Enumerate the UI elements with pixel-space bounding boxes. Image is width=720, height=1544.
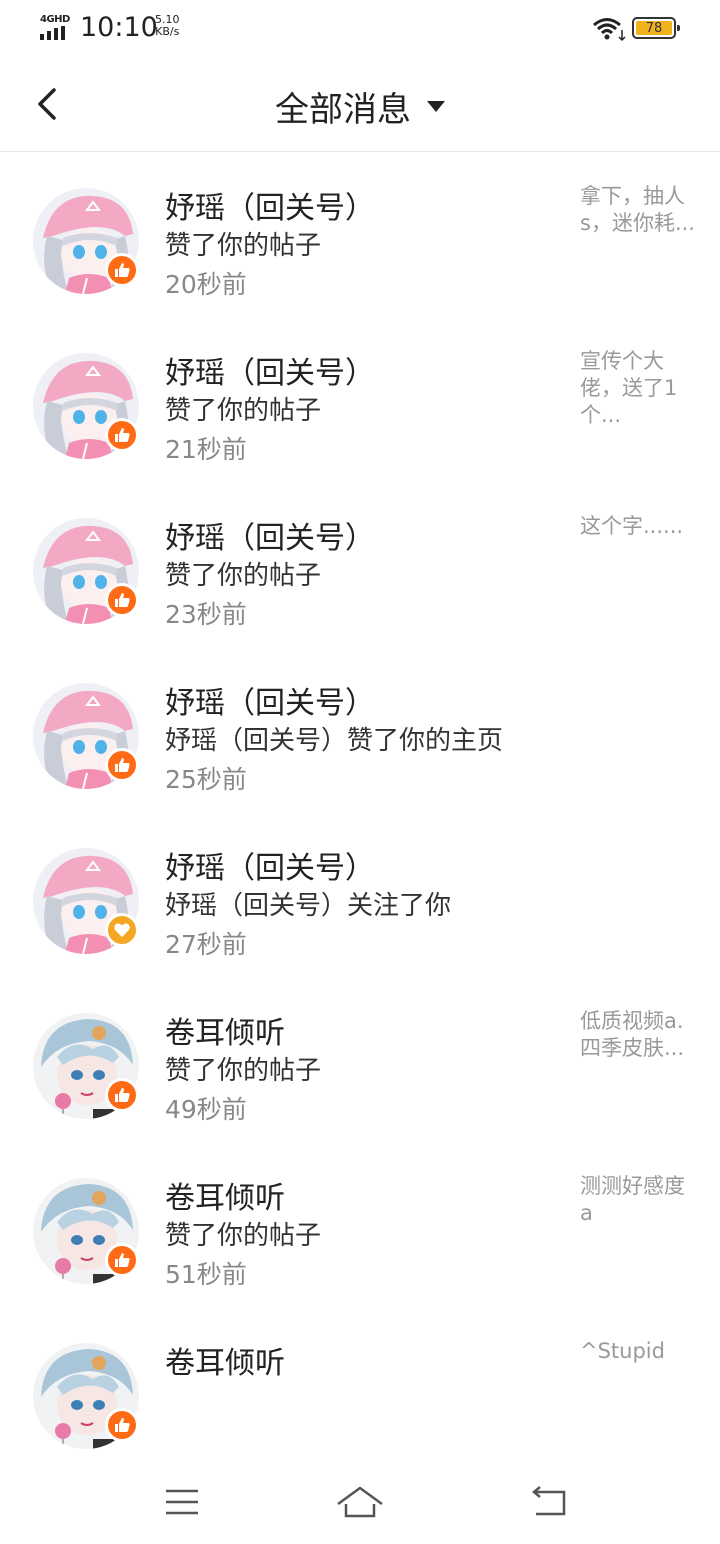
timestamp: 23秒前 bbox=[165, 600, 247, 629]
thumbs-up-icon bbox=[115, 263, 130, 277]
action-text: 赞了你的帖子 bbox=[165, 396, 322, 426]
thumbs-up-icon bbox=[115, 428, 130, 442]
thumbs-up-icon bbox=[115, 1253, 130, 1267]
like-badge bbox=[105, 1408, 139, 1442]
message-item[interactable]: 卷耳倾听 赞了你的帖子 51秒前 测测好感度a bbox=[0, 1167, 720, 1332]
message-item[interactable]: 妤瑶（回关号） 妤瑶（回关号）赞了你的主页 25秒前 bbox=[0, 672, 720, 837]
signal-icon: 4GHD bbox=[40, 14, 72, 40]
like-badge bbox=[105, 418, 139, 452]
post-preview[interactable]: 低质视频a.四季皮肤... bbox=[580, 1008, 695, 1062]
message-item[interactable]: 妤瑶（回关号） 妤瑶（回关号）关注了你 27秒前 bbox=[0, 837, 720, 1002]
network-type: 4GHD bbox=[40, 14, 70, 25]
timestamp: 21秒前 bbox=[165, 435, 247, 464]
message-item[interactable]: 妤瑶（回关号） 赞了你的帖子 21秒前 宣传个大佬，送了1个... bbox=[0, 342, 720, 507]
sender-name: 妤瑶（回关号） bbox=[165, 191, 375, 226]
action-text: 赞了你的帖子 bbox=[165, 561, 322, 591]
menu-button[interactable] bbox=[158, 1482, 206, 1522]
post-preview[interactable]: 这个字...... bbox=[580, 513, 695, 540]
timestamp: 51秒前 bbox=[165, 1260, 247, 1289]
battery-level: 78 bbox=[636, 21, 672, 36]
action-text: 赞了你的帖子 bbox=[165, 1221, 322, 1251]
post-preview[interactable]: 拿下，抽人s，迷你耗... bbox=[580, 183, 695, 237]
like-badge bbox=[105, 748, 139, 782]
title-dropdown[interactable]: 全部消息 bbox=[0, 82, 720, 131]
speed-unit: KB/s bbox=[155, 25, 180, 38]
page-title: 全部消息 bbox=[275, 90, 411, 130]
timestamp: 25秒前 bbox=[165, 765, 247, 794]
post-preview[interactable]: 宣传个大佬，送了1个... bbox=[580, 348, 695, 429]
timestamp: 49秒前 bbox=[165, 1095, 247, 1124]
menu-icon bbox=[166, 1489, 198, 1515]
like-badge bbox=[105, 1243, 139, 1277]
message-item[interactable]: 卷耳倾听 ^Stupid bbox=[0, 1332, 720, 1460]
like-badge bbox=[105, 583, 139, 617]
wifi-icon bbox=[592, 16, 626, 42]
action-text: 赞了你的帖子 bbox=[165, 231, 322, 261]
clock: 10:10 bbox=[80, 12, 158, 43]
message-item[interactable]: 赞了你的帖子 18秒前 2256... bbox=[0, 152, 720, 177]
message-item[interactable]: 卷耳倾听 赞了你的帖子 49秒前 低质视频a.四季皮肤... bbox=[0, 1002, 720, 1167]
system-nav-bar bbox=[0, 1460, 720, 1544]
sender-name: 卷耳倾听 bbox=[165, 1181, 285, 1216]
action-text: 妤瑶（回关号）关注了你 bbox=[165, 891, 452, 921]
thumbs-up-icon bbox=[115, 1088, 130, 1102]
message-item[interactable]: 妤瑶（回关号） 赞了你的帖子 20秒前 拿下，抽人s，迷你耗... bbox=[0, 177, 720, 342]
message-item[interactable]: 妤瑶（回关号） 赞了你的帖子 23秒前 这个字...... bbox=[0, 507, 720, 672]
sender-name: 妤瑶（回关号） bbox=[165, 356, 375, 391]
back-arrow-icon bbox=[532, 1486, 566, 1516]
thumbs-up-icon bbox=[115, 758, 130, 772]
thumbs-up-icon bbox=[115, 1418, 130, 1432]
header: 全部消息 bbox=[0, 58, 720, 152]
follow-badge bbox=[105, 913, 139, 947]
timestamp: 27秒前 bbox=[165, 930, 247, 959]
home-icon bbox=[337, 1486, 383, 1518]
post-preview[interactable]: 测测好感度a bbox=[580, 1173, 695, 1227]
like-badge bbox=[105, 253, 139, 287]
sender-name: 妤瑶（回关号） bbox=[165, 686, 375, 721]
thumbs-up-icon bbox=[115, 593, 130, 607]
sender-name: 妤瑶（回关号） bbox=[165, 521, 375, 556]
sender-name: 妤瑶（回关号） bbox=[165, 851, 375, 886]
heart-icon bbox=[114, 923, 130, 937]
action-text: 赞了你的帖子 bbox=[165, 1056, 322, 1086]
battery-icon: 78 bbox=[632, 17, 680, 39]
message-list[interactable]: 赞了你的帖子 18秒前 2256... 妤瑶（回关号） 赞了你的帖子 20秒前 … bbox=[0, 152, 720, 1460]
post-preview[interactable]: ^Stupid bbox=[580, 1338, 695, 1365]
network-speed: 5.10 KB/s bbox=[155, 14, 180, 38]
sender-name: 卷耳倾听 bbox=[165, 1016, 285, 1051]
status-bar: 4GHD 10:10 5.10 KB/s 78 bbox=[0, 0, 720, 58]
sender-name: 卷耳倾听 bbox=[165, 1346, 285, 1381]
timestamp: 20秒前 bbox=[165, 270, 247, 299]
triangle-down-icon bbox=[427, 101, 445, 112]
system-back-button[interactable] bbox=[526, 1482, 574, 1522]
like-badge bbox=[105, 1078, 139, 1112]
action-text: 妤瑶（回关号）赞了你的主页 bbox=[165, 726, 504, 756]
home-button[interactable] bbox=[336, 1482, 384, 1522]
